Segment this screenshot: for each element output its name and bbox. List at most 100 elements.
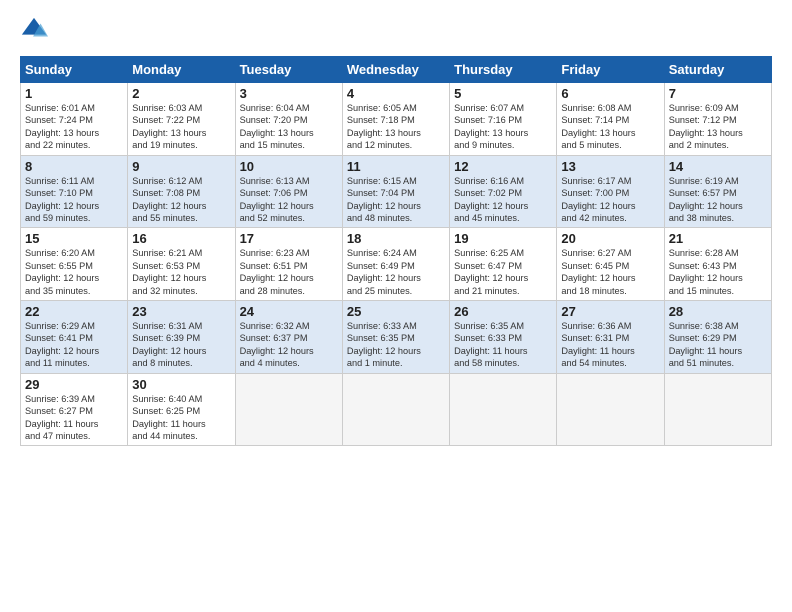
day-number: 7 [669, 86, 767, 101]
day-number: 23 [132, 304, 230, 319]
day-number: 15 [25, 231, 123, 246]
calendar-day-cell: 16Sunrise: 6:21 AMSunset: 6:53 PMDayligh… [128, 228, 235, 301]
day-info: Sunrise: 6:03 AMSunset: 7:22 PMDaylight:… [132, 102, 230, 152]
day-number: 30 [132, 377, 230, 392]
calendar-week-row: 8Sunrise: 6:11 AMSunset: 7:10 PMDaylight… [21, 155, 772, 228]
day-info: Sunrise: 6:29 AMSunset: 6:41 PMDaylight:… [25, 320, 123, 370]
day-number: 22 [25, 304, 123, 319]
calendar-day-cell: 3Sunrise: 6:04 AMSunset: 7:20 PMDaylight… [235, 83, 342, 156]
day-of-week-header: Wednesday [342, 57, 449, 83]
day-number: 5 [454, 86, 552, 101]
day-info: Sunrise: 6:05 AMSunset: 7:18 PMDaylight:… [347, 102, 445, 152]
calendar-week-row: 15Sunrise: 6:20 AMSunset: 6:55 PMDayligh… [21, 228, 772, 301]
calendar-day-cell [664, 373, 771, 446]
calendar-header-row: SundayMondayTuesdayWednesdayThursdayFrid… [21, 57, 772, 83]
day-info: Sunrise: 6:19 AMSunset: 6:57 PMDaylight:… [669, 175, 767, 225]
day-info: Sunrise: 6:11 AMSunset: 7:10 PMDaylight:… [25, 175, 123, 225]
day-info: Sunrise: 6:20 AMSunset: 6:55 PMDaylight:… [25, 247, 123, 297]
day-info: Sunrise: 6:12 AMSunset: 7:08 PMDaylight:… [132, 175, 230, 225]
day-number: 26 [454, 304, 552, 319]
day-info: Sunrise: 6:40 AMSunset: 6:25 PMDaylight:… [132, 393, 230, 443]
calendar-day-cell: 7Sunrise: 6:09 AMSunset: 7:12 PMDaylight… [664, 83, 771, 156]
day-of-week-header: Thursday [450, 57, 557, 83]
day-info: Sunrise: 6:35 AMSunset: 6:33 PMDaylight:… [454, 320, 552, 370]
day-info: Sunrise: 6:07 AMSunset: 7:16 PMDaylight:… [454, 102, 552, 152]
calendar-day-cell: 26Sunrise: 6:35 AMSunset: 6:33 PMDayligh… [450, 301, 557, 374]
day-info: Sunrise: 6:16 AMSunset: 7:02 PMDaylight:… [454, 175, 552, 225]
day-number: 25 [347, 304, 445, 319]
calendar-day-cell: 18Sunrise: 6:24 AMSunset: 6:49 PMDayligh… [342, 228, 449, 301]
calendar-day-cell: 23Sunrise: 6:31 AMSunset: 6:39 PMDayligh… [128, 301, 235, 374]
calendar-day-cell: 10Sunrise: 6:13 AMSunset: 7:06 PMDayligh… [235, 155, 342, 228]
calendar-day-cell: 11Sunrise: 6:15 AMSunset: 7:04 PMDayligh… [342, 155, 449, 228]
day-info: Sunrise: 6:36 AMSunset: 6:31 PMDaylight:… [561, 320, 659, 370]
calendar-day-cell: 27Sunrise: 6:36 AMSunset: 6:31 PMDayligh… [557, 301, 664, 374]
calendar-day-cell: 28Sunrise: 6:38 AMSunset: 6:29 PMDayligh… [664, 301, 771, 374]
day-number: 20 [561, 231, 659, 246]
calendar-day-cell: 2Sunrise: 6:03 AMSunset: 7:22 PMDaylight… [128, 83, 235, 156]
day-info: Sunrise: 6:24 AMSunset: 6:49 PMDaylight:… [347, 247, 445, 297]
calendar-day-cell [342, 373, 449, 446]
calendar-day-cell: 20Sunrise: 6:27 AMSunset: 6:45 PMDayligh… [557, 228, 664, 301]
day-number: 21 [669, 231, 767, 246]
calendar-day-cell: 25Sunrise: 6:33 AMSunset: 6:35 PMDayligh… [342, 301, 449, 374]
day-number: 27 [561, 304, 659, 319]
day-number: 29 [25, 377, 123, 392]
day-info: Sunrise: 6:23 AMSunset: 6:51 PMDaylight:… [240, 247, 338, 297]
day-of-week-header: Sunday [21, 57, 128, 83]
day-info: Sunrise: 6:32 AMSunset: 6:37 PMDaylight:… [240, 320, 338, 370]
day-info: Sunrise: 6:15 AMSunset: 7:04 PMDaylight:… [347, 175, 445, 225]
day-number: 2 [132, 86, 230, 101]
calendar-day-cell [450, 373, 557, 446]
day-info: Sunrise: 6:04 AMSunset: 7:20 PMDaylight:… [240, 102, 338, 152]
day-number: 16 [132, 231, 230, 246]
day-info: Sunrise: 6:27 AMSunset: 6:45 PMDaylight:… [561, 247, 659, 297]
day-info: Sunrise: 6:21 AMSunset: 6:53 PMDaylight:… [132, 247, 230, 297]
page: SundayMondayTuesdayWednesdayThursdayFrid… [0, 0, 792, 456]
day-number: 3 [240, 86, 338, 101]
day-info: Sunrise: 6:31 AMSunset: 6:39 PMDaylight:… [132, 320, 230, 370]
day-of-week-header: Tuesday [235, 57, 342, 83]
calendar-day-cell: 29Sunrise: 6:39 AMSunset: 6:27 PMDayligh… [21, 373, 128, 446]
calendar-day-cell: 21Sunrise: 6:28 AMSunset: 6:43 PMDayligh… [664, 228, 771, 301]
calendar-day-cell: 15Sunrise: 6:20 AMSunset: 6:55 PMDayligh… [21, 228, 128, 301]
calendar-week-row: 29Sunrise: 6:39 AMSunset: 6:27 PMDayligh… [21, 373, 772, 446]
day-number: 18 [347, 231, 445, 246]
day-info: Sunrise: 6:39 AMSunset: 6:27 PMDaylight:… [25, 393, 123, 443]
day-number: 9 [132, 159, 230, 174]
day-number: 4 [347, 86, 445, 101]
day-info: Sunrise: 6:08 AMSunset: 7:14 PMDaylight:… [561, 102, 659, 152]
calendar-day-cell: 1Sunrise: 6:01 AMSunset: 7:24 PMDaylight… [21, 83, 128, 156]
day-number: 28 [669, 304, 767, 319]
calendar-day-cell: 4Sunrise: 6:05 AMSunset: 7:18 PMDaylight… [342, 83, 449, 156]
day-number: 14 [669, 159, 767, 174]
calendar-day-cell [557, 373, 664, 446]
calendar-day-cell: 9Sunrise: 6:12 AMSunset: 7:08 PMDaylight… [128, 155, 235, 228]
day-of-week-header: Saturday [664, 57, 771, 83]
day-number: 13 [561, 159, 659, 174]
calendar-day-cell [235, 373, 342, 446]
day-info: Sunrise: 6:28 AMSunset: 6:43 PMDaylight:… [669, 247, 767, 297]
calendar-day-cell: 6Sunrise: 6:08 AMSunset: 7:14 PMDaylight… [557, 83, 664, 156]
day-of-week-header: Friday [557, 57, 664, 83]
calendar-day-cell: 17Sunrise: 6:23 AMSunset: 6:51 PMDayligh… [235, 228, 342, 301]
day-number: 1 [25, 86, 123, 101]
calendar: SundayMondayTuesdayWednesdayThursdayFrid… [20, 56, 772, 446]
calendar-day-cell: 12Sunrise: 6:16 AMSunset: 7:02 PMDayligh… [450, 155, 557, 228]
day-info: Sunrise: 6:25 AMSunset: 6:47 PMDaylight:… [454, 247, 552, 297]
calendar-day-cell: 22Sunrise: 6:29 AMSunset: 6:41 PMDayligh… [21, 301, 128, 374]
day-info: Sunrise: 6:33 AMSunset: 6:35 PMDaylight:… [347, 320, 445, 370]
calendar-day-cell: 24Sunrise: 6:32 AMSunset: 6:37 PMDayligh… [235, 301, 342, 374]
day-info: Sunrise: 6:38 AMSunset: 6:29 PMDaylight:… [669, 320, 767, 370]
day-info: Sunrise: 6:13 AMSunset: 7:06 PMDaylight:… [240, 175, 338, 225]
day-info: Sunrise: 6:01 AMSunset: 7:24 PMDaylight:… [25, 102, 123, 152]
calendar-day-cell: 14Sunrise: 6:19 AMSunset: 6:57 PMDayligh… [664, 155, 771, 228]
calendar-day-cell: 5Sunrise: 6:07 AMSunset: 7:16 PMDaylight… [450, 83, 557, 156]
calendar-day-cell: 19Sunrise: 6:25 AMSunset: 6:47 PMDayligh… [450, 228, 557, 301]
header [20, 16, 772, 44]
day-number: 12 [454, 159, 552, 174]
day-number: 8 [25, 159, 123, 174]
day-number: 10 [240, 159, 338, 174]
day-number: 11 [347, 159, 445, 174]
logo [20, 16, 52, 44]
